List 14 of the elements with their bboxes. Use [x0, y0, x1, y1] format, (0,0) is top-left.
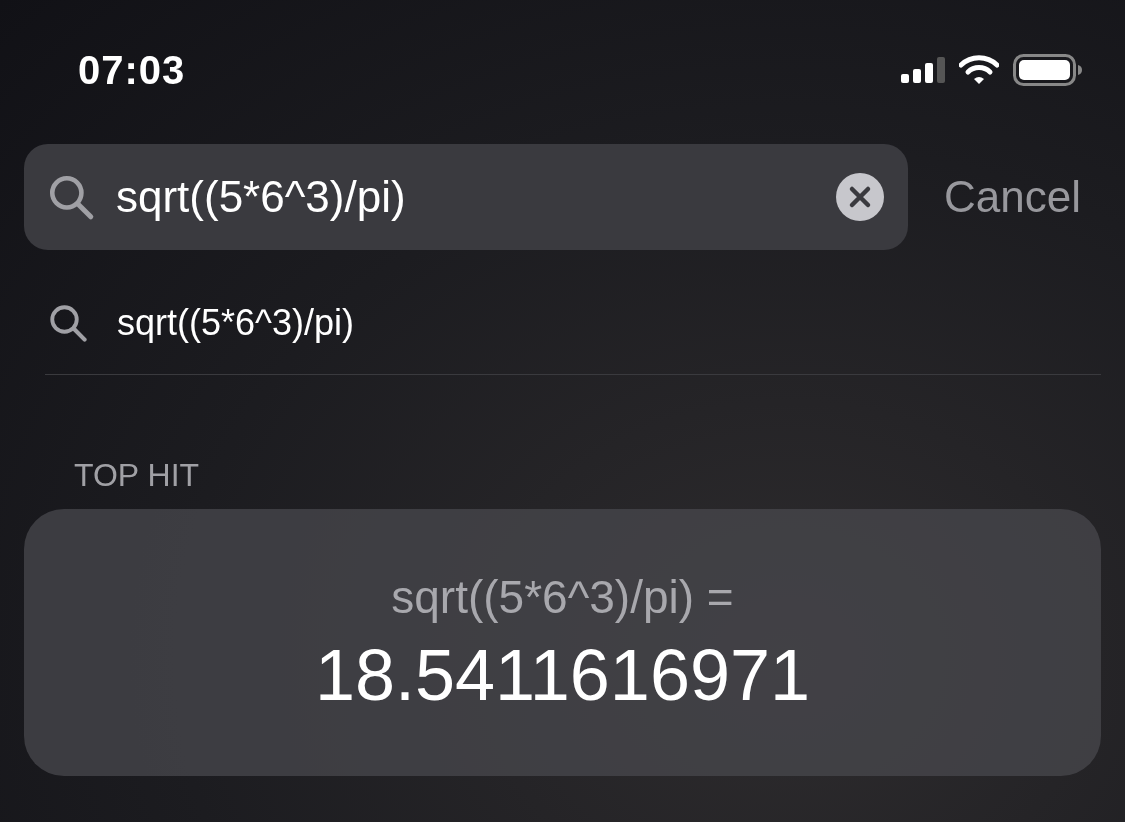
suggestion-item[interactable]: sqrt((5*6^3)/pi)	[117, 302, 354, 344]
clear-icon[interactable]	[836, 173, 884, 221]
battery-icon	[1013, 54, 1083, 86]
signal-icon	[901, 57, 945, 83]
result-card[interactable]: sqrt((5*6^3)/pi) = 18.5411616971	[24, 509, 1101, 776]
calculation-result: 18.5411616971	[314, 633, 811, 716]
section-heading: TOP HIT	[74, 457, 201, 493]
calculation-expression: sqrt((5*6^3)/pi) =	[391, 569, 734, 624]
search-icon	[47, 302, 89, 344]
cancel-button[interactable]: Cancel	[944, 172, 1081, 222]
search-field[interactable]: sqrt((5*6^3)/pi)	[116, 172, 816, 222]
wifi-icon	[959, 55, 999, 85]
status-time: 07:03	[78, 47, 186, 93]
search-bar[interactable]: sqrt((5*6^3)/pi)	[24, 144, 908, 250]
